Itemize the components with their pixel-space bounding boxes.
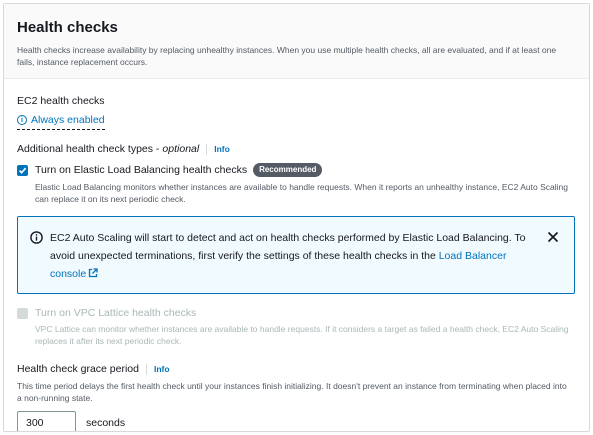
always-enabled-text: Always enabled xyxy=(31,114,105,126)
vpc-checkbox-row: Turn on VPC Lattice health checks xyxy=(17,307,576,319)
elb-checkbox[interactable] xyxy=(17,164,28,176)
grace-period-label: Health check grace period xyxy=(17,363,139,375)
grace-period-input[interactable] xyxy=(17,411,76,431)
additional-types-row: Additional health check types - optional… xyxy=(17,143,576,156)
health-checks-panel: Health checks Health checks increase ava… xyxy=(3,3,590,432)
panel-header: Health checks Health checks increase ava… xyxy=(4,4,589,79)
vpc-description: VPC Lattice can monitor whether instance… xyxy=(35,324,569,346)
divider xyxy=(146,364,147,375)
grace-period-row: Health check grace period Info xyxy=(17,363,576,376)
optional-label: optional xyxy=(162,143,200,155)
additional-types-label: Additional health check types - xyxy=(17,143,160,155)
elb-checkbox-label: Turn on Elastic Load Balancing health ch… xyxy=(35,164,248,176)
ec2-health-checks-label: EC2 health checks xyxy=(17,95,105,107)
panel-description: Health checks increase availability by r… xyxy=(17,45,557,67)
divider xyxy=(206,144,208,155)
grace-period-description: This time period delays the first health… xyxy=(17,381,567,403)
info-icon: i xyxy=(17,115,27,125)
elb-checkbox-row[interactable]: Turn on Elastic Load Balancing health ch… xyxy=(17,163,576,177)
vpc-checkbox xyxy=(17,307,28,319)
always-enabled-popover[interactable]: i Always enabled xyxy=(17,114,105,130)
additional-info-link[interactable]: Info xyxy=(214,143,230,156)
grace-info-link[interactable]: Info xyxy=(154,363,170,376)
elb-description: Elastic Load Balancing monitors whether … xyxy=(35,182,568,204)
panel-title: Health checks xyxy=(17,19,118,36)
alert-message: EC2 Auto Scaling will start to detect an… xyxy=(50,229,534,283)
checkmark-icon xyxy=(18,167,27,174)
panel-body: EC2 health checks i Always enabled Addit… xyxy=(4,95,589,431)
info-icon xyxy=(30,231,43,244)
grace-period-unit: seconds xyxy=(86,417,126,429)
info-alert: EC2 Auto Scaling will start to detect an… xyxy=(17,216,575,294)
recommended-badge: Recommended xyxy=(253,163,323,177)
vpc-checkbox-label: Turn on VPC Lattice health checks xyxy=(35,307,197,319)
close-icon[interactable] xyxy=(547,231,559,243)
external-link-icon xyxy=(89,268,98,278)
grace-input-row: seconds xyxy=(17,411,576,431)
